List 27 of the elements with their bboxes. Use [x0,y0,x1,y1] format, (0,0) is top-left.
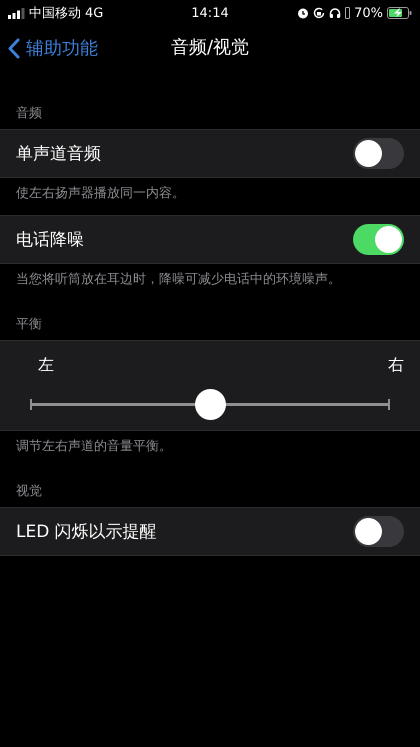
toggle-switch[interactable] [353,224,404,255]
section-footer: 调节左右声道的音量平衡。 [0,431,420,456]
balance-slider[interactable] [30,389,390,420]
alarm-icon [297,7,310,19]
slider-thumb[interactable] [194,389,226,420]
headphones-icon [329,7,342,19]
toggle-switch[interactable] [353,138,404,169]
back-button[interactable]: 辅助功能 [8,26,98,70]
setting-label: 电话降噪 [16,229,85,251]
setting-label: 单声道音频 [16,143,102,165]
left-label: 左 [38,355,54,376]
page-title: 音频/视觉 [170,36,250,60]
section-footer: 使左右扬声器播放同一内容。 [0,178,420,203]
carrier-name: 中国移动 [29,5,81,22]
clock-time: 14:14 [190,6,230,20]
section-header: 视觉 [15,484,43,501]
signal-icon [8,8,25,18]
section-header: 平衡 [15,317,43,334]
section-header: 音频 [15,106,43,123]
chevron-left-icon [8,38,20,58]
rotation-lock-icon [313,7,326,19]
battery-percent: 70% [354,6,384,20]
toggle-switch[interactable] [353,516,404,547]
right-label: 右 [388,355,404,376]
network-type: 4G [85,6,104,20]
section-footer: 当您将听筒放在耳边时，降噪可减少电话中的环境噪声。 [0,264,420,289]
setting-label: LED 闪烁以示提醒 [16,521,158,543]
